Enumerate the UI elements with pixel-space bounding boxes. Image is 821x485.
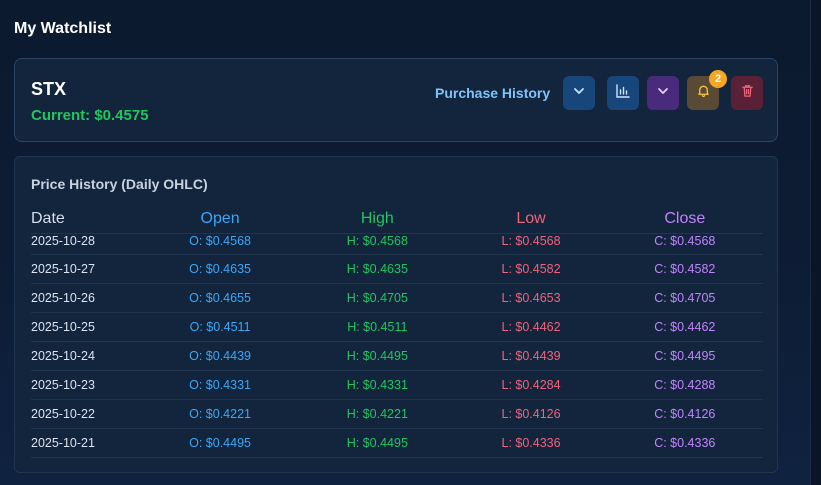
row-low: L: $0.4336: [455, 428, 607, 458]
column-header-low: Low: [516, 210, 546, 227]
row-low: L: $0.4462: [455, 312, 607, 342]
column-header-high: High: [360, 210, 394, 227]
row-date: 2025-10-21: [31, 428, 141, 458]
table-row: 2025-10-22 O: $0.4221 H: $0.4221 L: $0.4…: [31, 399, 763, 429]
row-low: L: $0.4568: [455, 233, 607, 255]
row-close: C: $0.4568: [606, 233, 763, 255]
chart-button[interactable]: [607, 76, 639, 110]
row-date: 2025-10-27: [31, 254, 141, 284]
stock-symbol: STX: [31, 79, 67, 99]
price-history-title: Price History (Daily OHLC): [31, 176, 208, 192]
row-close: C: $0.4126: [606, 399, 763, 429]
row-high: H: $0.4705: [299, 283, 456, 313]
alert-count-badge: 2: [709, 70, 727, 88]
purchase-history-link[interactable]: Purchase History: [435, 85, 550, 101]
row-low: L: $0.4284: [455, 370, 607, 400]
row-date: 2025-10-23: [31, 370, 141, 400]
price-history-panel: Price History (Daily OHLC) Date Open Hig…: [14, 156, 778, 473]
table-row: 2025-10-21 O: $0.4495 H: $0.4495 L: $0.4…: [31, 428, 763, 458]
row-close: C: $0.4462: [606, 312, 763, 342]
column-header-close: Close: [664, 210, 706, 227]
bar-chart-icon: [615, 83, 631, 104]
row-high: H: $0.4331: [299, 370, 456, 400]
table-row: 2025-10-27 O: $0.4635 H: $0.4635 L: $0.4…: [31, 254, 763, 284]
alerts-button[interactable]: 2: [687, 70, 727, 110]
table-row: 2025-10-25 O: $0.4511 H: $0.4511 L: $0.4…: [31, 312, 763, 342]
row-open: O: $0.4331: [141, 370, 300, 400]
page-title: My Watchlist: [14, 20, 112, 37]
column-header-open: Open: [200, 210, 240, 227]
row-open: O: $0.4511: [141, 312, 300, 342]
row-low: L: $0.4582: [455, 254, 607, 284]
row-date: 2025-10-28: [31, 233, 141, 255]
current-price: Current: $0.4575: [31, 107, 149, 124]
column-header-date: Date: [31, 210, 65, 227]
row-date: 2025-10-24: [31, 341, 141, 371]
row-high: H: $0.4495: [299, 341, 456, 371]
row-open: O: $0.4655: [141, 283, 300, 313]
row-high: H: $0.4511: [299, 312, 456, 342]
row-high: H: $0.4635: [299, 254, 456, 284]
chevron-down-icon: [572, 84, 586, 103]
row-open: O: $0.4439: [141, 341, 300, 371]
row-low: L: $0.4653: [455, 283, 607, 313]
page-scrollbar[interactable]: [810, 0, 821, 485]
row-open: O: $0.4221: [141, 399, 300, 429]
row-low: L: $0.4439: [455, 341, 607, 371]
row-open: O: $0.4495: [141, 428, 300, 458]
table-row: 2025-10-26 O: $0.4655 H: $0.4705 L: $0.4…: [31, 283, 763, 313]
row-high: H: $0.4495: [299, 428, 456, 458]
price-history-table: Date Open High Low Close 2025-10-28 O: $…: [31, 205, 763, 458]
row-close: C: $0.4582: [606, 254, 763, 284]
row-close: C: $0.4288: [606, 370, 763, 400]
row-date: 2025-10-25: [31, 312, 141, 342]
row-close: C: $0.4705: [606, 283, 763, 313]
row-date: 2025-10-26: [31, 283, 141, 313]
watchlist-card: STX Current: $0.4575 Purchase History 2: [14, 58, 778, 142]
row-open: O: $0.4568: [141, 233, 300, 255]
row-high: H: $0.4221: [299, 399, 456, 429]
row-high: H: $0.4568: [299, 233, 456, 255]
row-close: C: $0.4336: [606, 428, 763, 458]
delete-button[interactable]: [731, 76, 763, 110]
row-close: C: $0.4495: [606, 341, 763, 371]
table-row: 2025-10-23 O: $0.4331 H: $0.4331 L: $0.4…: [31, 370, 763, 400]
row-date: 2025-10-22: [31, 399, 141, 429]
table-row: 2025-10-24 O: $0.4439 H: $0.4495 L: $0.4…: [31, 341, 763, 371]
row-open: O: $0.4635: [141, 254, 300, 284]
trash-icon: [740, 83, 755, 103]
table-row: 2025-10-28 O: $0.4568 H: $0.4568 L: $0.4…: [31, 233, 763, 255]
row-low: L: $0.4126: [455, 399, 607, 429]
bell-icon: [696, 83, 711, 103]
table-header-row: Date Open High Low Close: [31, 205, 763, 234]
more-options-button[interactable]: [647, 76, 679, 110]
expand-button[interactable]: [563, 76, 595, 110]
chevron-down-icon: [656, 84, 670, 103]
